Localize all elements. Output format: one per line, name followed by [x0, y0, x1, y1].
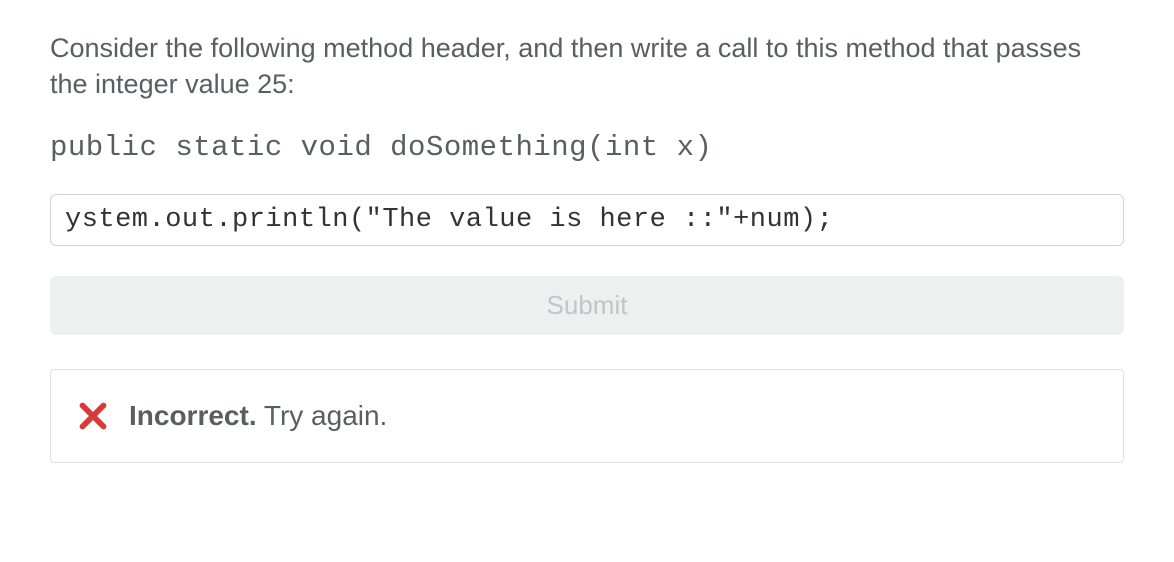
feedback-status-rest: Try again. [257, 400, 388, 431]
question-prompt: Consider the following method header, an… [50, 30, 1124, 103]
feedback-status-bold: Incorrect. [129, 400, 257, 431]
method-header-code: public static void doSomething(int x) [50, 131, 1124, 164]
submit-button[interactable]: Submit [50, 276, 1124, 335]
feedback-box: Incorrect. Try again. [50, 369, 1124, 463]
answer-input[interactable] [50, 194, 1124, 246]
x-icon [79, 402, 107, 430]
feedback-text: Incorrect. Try again. [129, 400, 387, 432]
